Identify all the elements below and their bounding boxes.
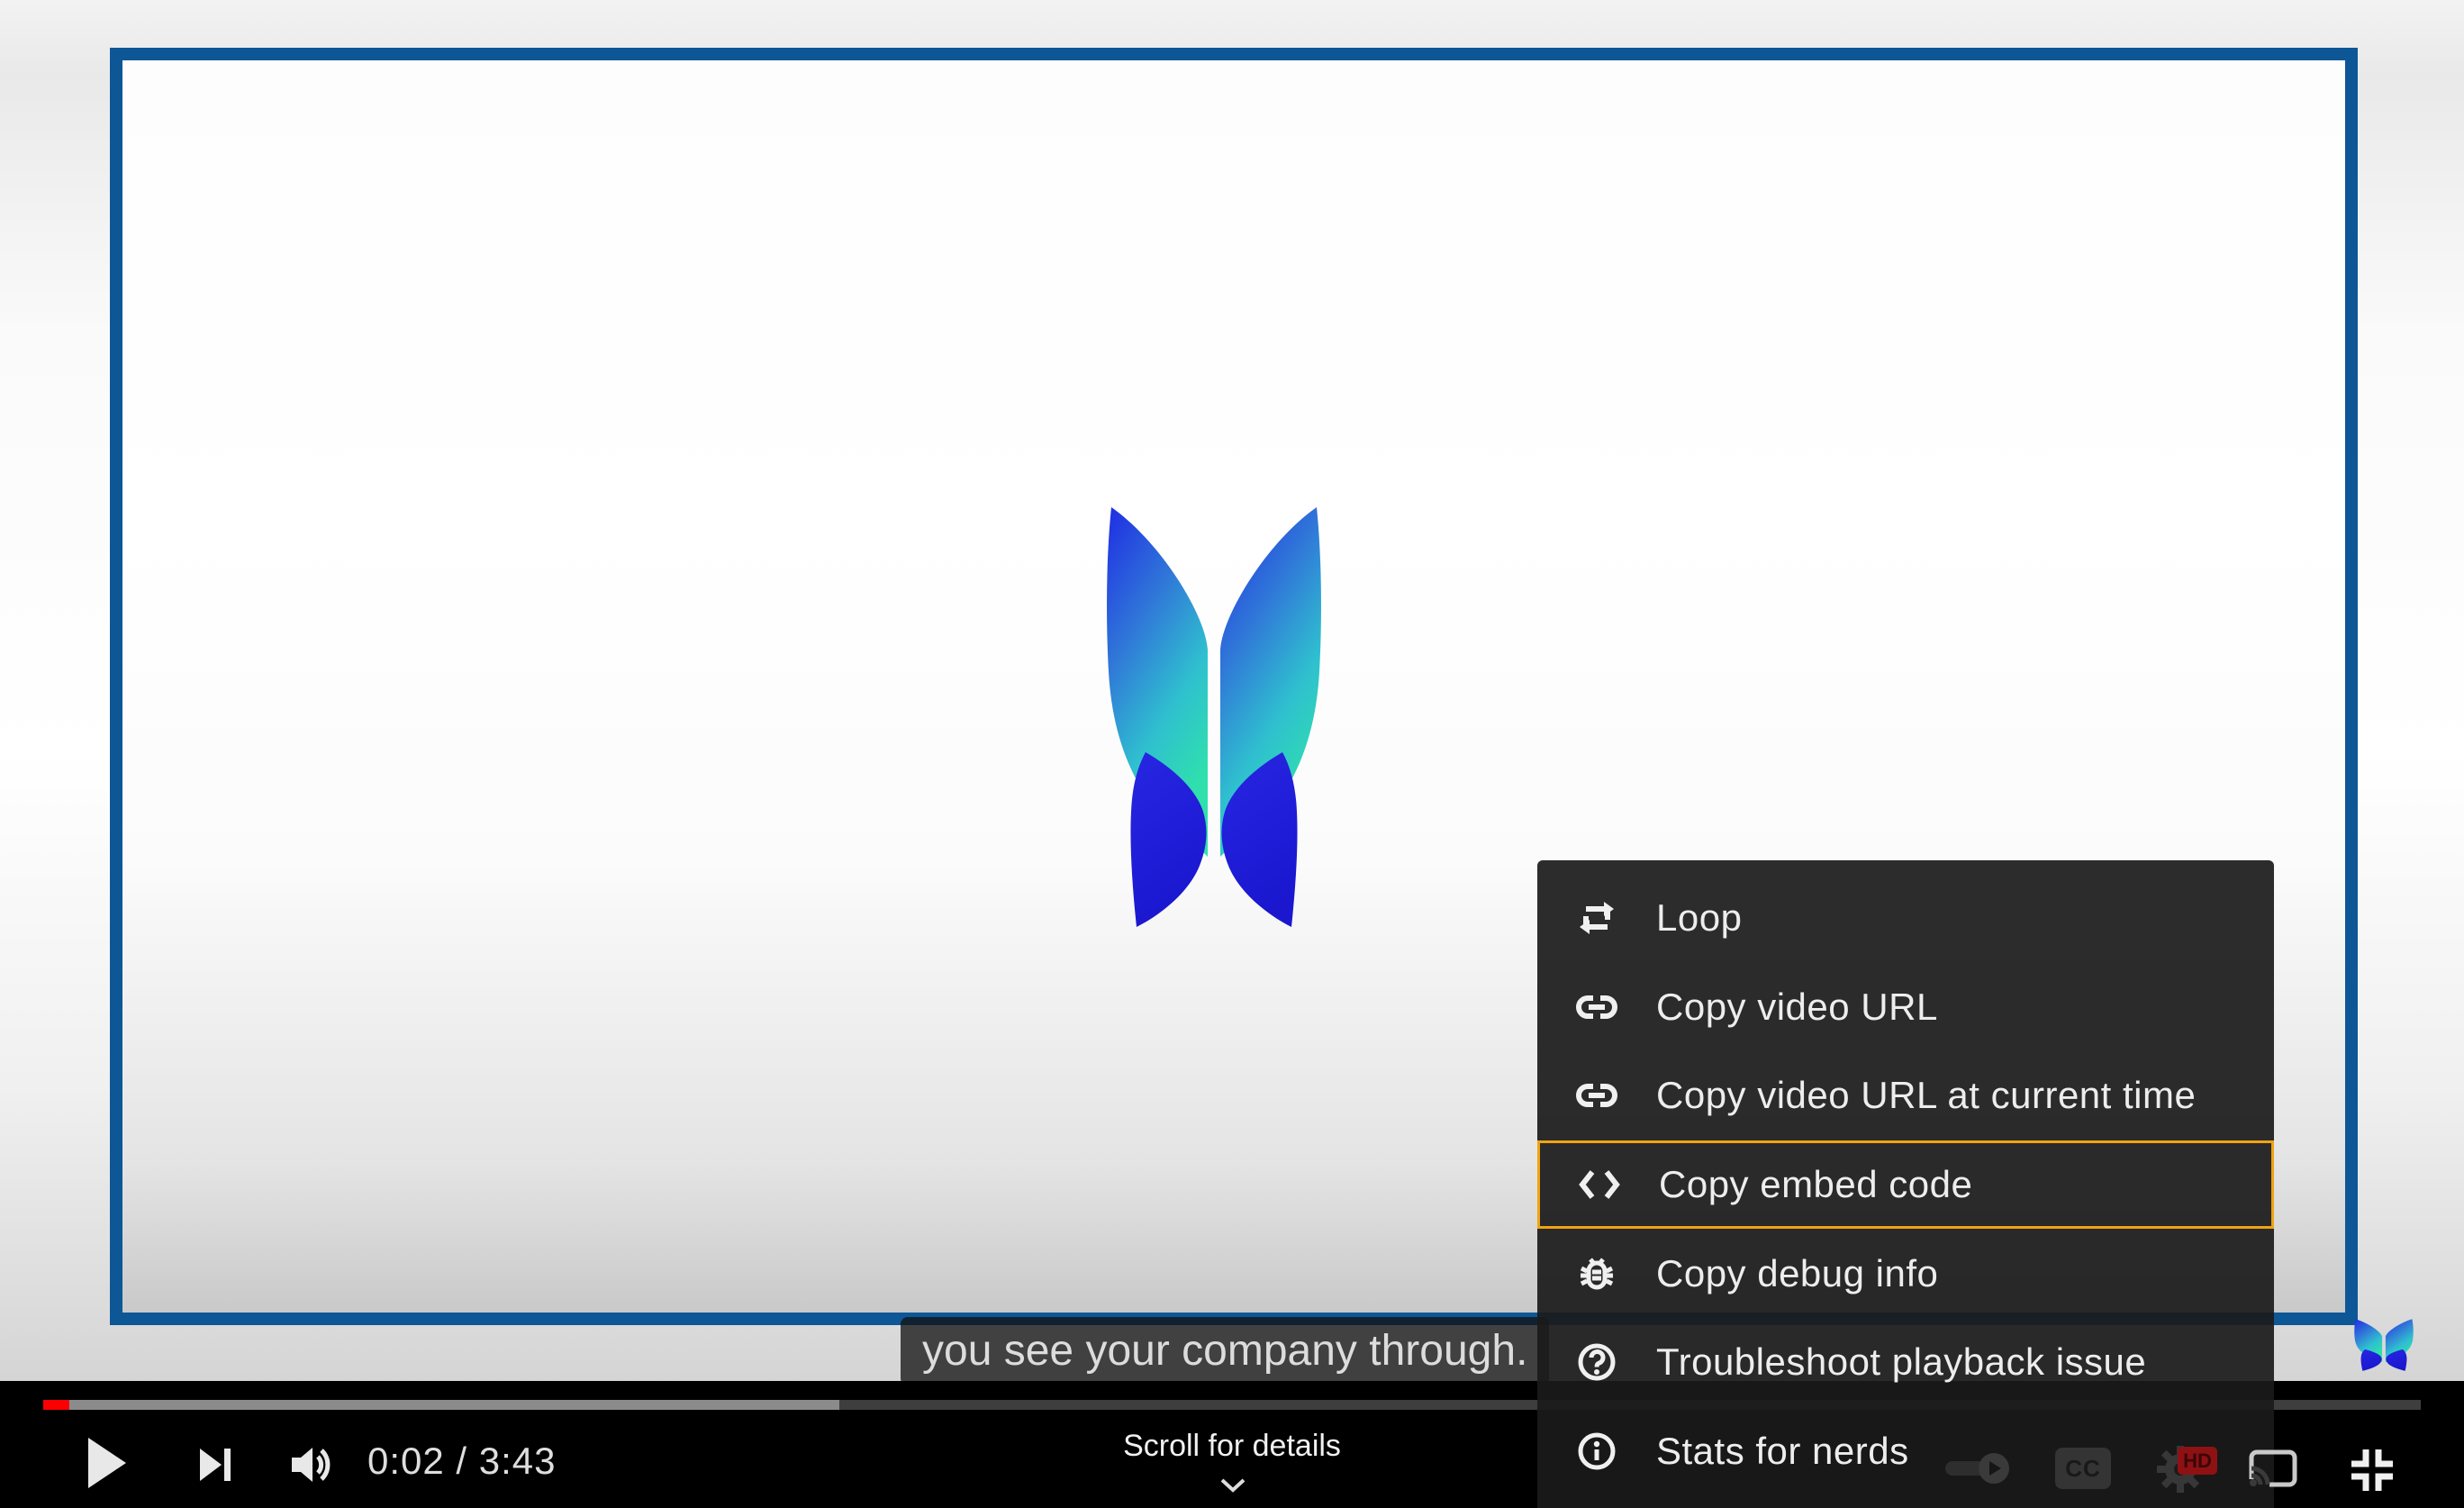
bug-icon — [1572, 1250, 1622, 1297]
link-icon — [1572, 1072, 1622, 1119]
repeat-icon — [1572, 895, 1622, 941]
info-icon — [1572, 1428, 1622, 1475]
progress-played — [43, 1400, 69, 1410]
menu-item-label: Copy video URL — [1656, 986, 1938, 1029]
exit-fullscreen-icon[interactable] — [2345, 1443, 2399, 1497]
menu-item-troubleshoot-playback-issue[interactable]: Troubleshoot playback issue — [1537, 1318, 2274, 1407]
menu-item-loop[interactable]: Loop — [1537, 874, 2274, 963]
chevron-down-icon[interactable] — [1219, 1477, 1246, 1494]
autoplay-toggle-icon[interactable] — [1943, 1450, 2014, 1486]
video-player: you see your company through. 0:02 / 3:4… — [0, 0, 2464, 1508]
butterfly-logo — [1106, 505, 1322, 929]
hd-badge: HD — [2178, 1447, 2217, 1475]
code-icon — [1574, 1161, 1625, 1208]
menu-item-label: Copy debug info — [1656, 1252, 1938, 1295]
context-menu: Loop Copy video URL — [1537, 860, 2274, 1508]
menu-item-label: Copy embed code — [1659, 1163, 1972, 1206]
butterfly-watermark — [2354, 1319, 2414, 1371]
menu-item-copy-debug-info[interactable]: Copy debug info — [1537, 1229, 2274, 1318]
menu-item-copy-embed-code[interactable]: Copy embed code — [1537, 1140, 2274, 1230]
menu-item-label: Loop — [1656, 896, 1742, 940]
menu-item-label: Copy video URL at current time — [1656, 1074, 2196, 1117]
menu-item-copy-video-url-at-current-time[interactable]: Copy video URL at current time — [1537, 1051, 2274, 1140]
menu-item-label: Troubleshoot playback issue — [1656, 1340, 2146, 1384]
menu-item-label: Stats for nerds — [1656, 1430, 1909, 1473]
caption-text: you see your company through. — [901, 1317, 1549, 1385]
link-icon — [1572, 984, 1622, 1031]
cast-icon[interactable] — [2242, 1443, 2304, 1494]
progress-buffered — [43, 1400, 839, 1410]
menu-item-copy-video-url[interactable]: Copy video URL — [1537, 963, 2274, 1052]
cc-icon[interactable]: CC — [2055, 1448, 2111, 1489]
help-icon — [1572, 1339, 1622, 1385]
